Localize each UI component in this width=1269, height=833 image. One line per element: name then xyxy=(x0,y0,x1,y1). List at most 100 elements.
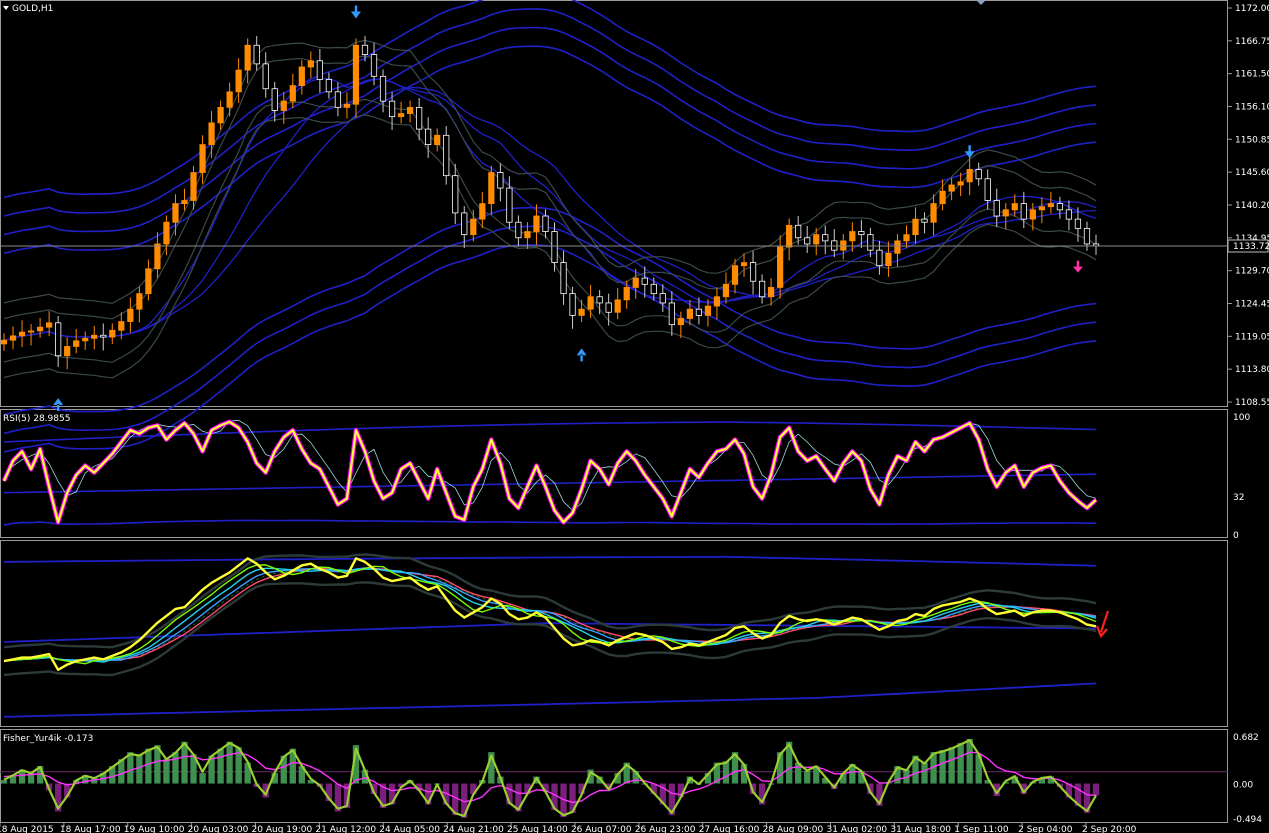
candle-bear xyxy=(858,231,865,236)
fisher-bar xyxy=(163,759,170,784)
trading-chart[interactable]: 1172.00 1166.75 1161.50 1156.10 1150.85 1145.… xyxy=(0,0,1269,833)
candle-bull xyxy=(533,215,540,232)
time-tick-label: 1 Sep 11:00 xyxy=(954,825,1009,833)
candle-bull xyxy=(27,330,35,333)
candle-bear xyxy=(55,322,62,357)
candle-bear xyxy=(262,63,269,90)
symbol-title: GOLD,H1 xyxy=(12,4,53,14)
candle-bear xyxy=(569,293,576,316)
candle-bear xyxy=(425,128,432,146)
candle-bear xyxy=(1056,203,1064,211)
candle-bull xyxy=(18,331,26,337)
candle-bull xyxy=(298,66,305,87)
candle-bull xyxy=(1011,203,1018,211)
candle-bull xyxy=(1002,209,1009,217)
candle-bull xyxy=(181,200,188,205)
price-tick-label: 1150.85 xyxy=(1235,135,1269,145)
time-tick-label: 31 Aug 18:00 xyxy=(890,825,951,833)
price-tick-label: 1161.50 xyxy=(1235,70,1269,80)
candle-bull xyxy=(226,91,233,108)
time-tick-label: 31 Aug 02:00 xyxy=(826,825,887,833)
candle-bear xyxy=(795,224,802,239)
candle-bear xyxy=(758,280,766,298)
candle-bull xyxy=(731,265,739,285)
candle-bear xyxy=(316,60,323,80)
price-tick-label: 1166.75 xyxy=(1235,37,1269,47)
candle-bull xyxy=(434,134,441,146)
candle-bull xyxy=(704,305,712,316)
price-tick-label: 1140.20 xyxy=(1235,201,1269,211)
candle-bull xyxy=(199,144,206,173)
fisher-bar xyxy=(145,748,152,784)
candle-bull xyxy=(397,113,405,118)
candle-bull xyxy=(1038,206,1045,211)
candle-bear xyxy=(1065,209,1073,220)
fisher-bar xyxy=(172,752,179,784)
candle-bull xyxy=(73,340,80,347)
fisher-tick-label: 0.682 xyxy=(1233,733,1259,743)
candle-bull xyxy=(1029,209,1036,220)
price-tick-label: 1145.60 xyxy=(1235,168,1269,178)
candle-bull xyxy=(939,190,946,205)
fisher-bar xyxy=(1092,783,1100,796)
candle-bull xyxy=(136,293,143,310)
candle-bull xyxy=(623,287,630,301)
price-tick-label: 1172.00 xyxy=(1235,4,1269,14)
time-tick-label: 26 Aug 23:00 xyxy=(635,825,696,833)
candle-bear xyxy=(253,44,260,65)
time-tick-label: 2 Sep 20:00 xyxy=(1082,825,1137,833)
fisher-bar xyxy=(0,780,8,784)
time-tick-label: 20 Aug 03:00 xyxy=(188,825,249,833)
candle-bull xyxy=(1047,203,1054,208)
candle-bull xyxy=(208,122,215,146)
candle-bear xyxy=(370,54,378,77)
candle-bear xyxy=(596,296,603,304)
fisher-bar xyxy=(939,750,946,784)
candle-bear xyxy=(551,231,558,263)
candle-bear xyxy=(804,237,811,245)
price-tick-label: 1113.80 xyxy=(1235,365,1269,375)
candle-bear xyxy=(497,172,504,189)
candle-bull xyxy=(912,218,919,236)
fisher-bar xyxy=(722,761,730,784)
time-tick-label: 24 Aug 05:00 xyxy=(379,825,440,833)
time-tick-label: 24 Aug 21:00 xyxy=(443,825,504,833)
rsi-tick-label: 32 xyxy=(1233,493,1244,503)
candle-bear xyxy=(605,302,612,313)
candle-bull xyxy=(46,322,53,328)
rsi-tick-label: 100 xyxy=(1233,413,1250,423)
candle-bull xyxy=(352,44,360,105)
candle-bull xyxy=(479,203,486,220)
time-tick-label: 28 Aug 09:00 xyxy=(763,825,824,833)
candle-bull xyxy=(91,334,98,339)
candle-bull xyxy=(957,181,964,186)
candle-bull xyxy=(343,103,351,108)
candle-bear xyxy=(325,79,332,93)
candle-bull xyxy=(289,85,296,102)
time-tick-label: 18 Aug 2015 xyxy=(0,825,54,833)
fisher-bar xyxy=(181,741,188,784)
candle-bull xyxy=(632,277,639,288)
fisher-bar xyxy=(948,747,955,784)
fisher-bar xyxy=(921,762,928,784)
time-tick-label: 25 Aug 14:00 xyxy=(507,825,568,833)
candle-bull xyxy=(768,287,775,298)
candle-bull xyxy=(280,100,287,111)
candle-bull xyxy=(82,337,89,342)
candle-bull xyxy=(9,335,17,341)
price-tick-label: 1129.70 xyxy=(1235,267,1269,277)
current-price-label: 1133.72 xyxy=(1233,242,1269,252)
time-tick-label: 2 Sep 04:00 xyxy=(1018,825,1073,833)
candle-bull xyxy=(614,299,621,313)
candle-bull xyxy=(0,339,8,345)
candle-bull xyxy=(930,203,937,223)
rsi-title: RSI(5) 28.9855 xyxy=(3,414,70,424)
time-tick-label: 20 Aug 19:00 xyxy=(252,825,313,833)
candle-bull xyxy=(235,69,242,93)
candle-bull xyxy=(244,44,251,71)
candle-bull xyxy=(172,203,179,223)
candle-bear xyxy=(641,277,648,285)
candle-bear xyxy=(668,302,675,326)
candle-bull xyxy=(578,308,585,316)
candle-bear xyxy=(416,106,423,130)
